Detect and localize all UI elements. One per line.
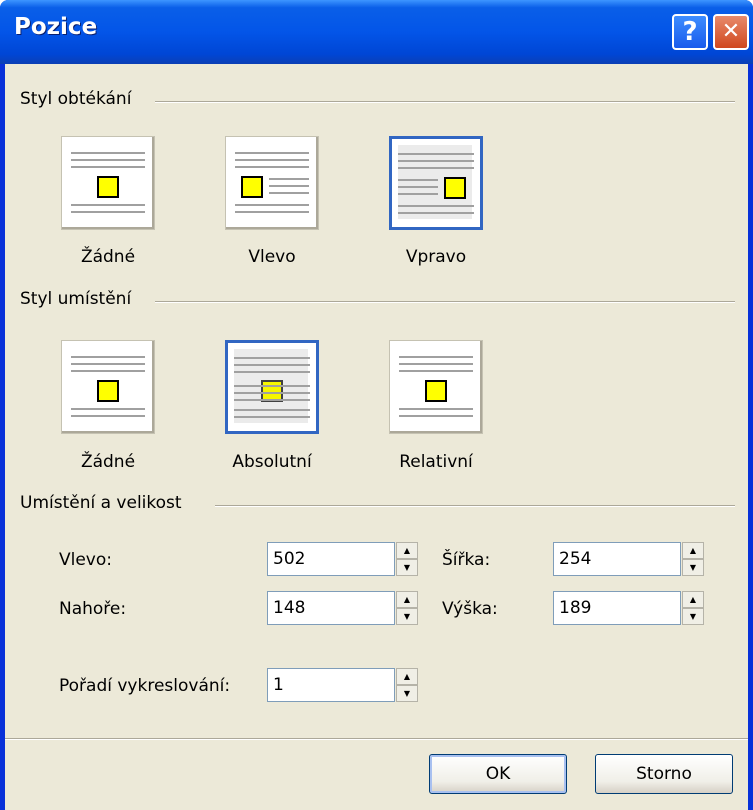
top-label: Nahoře: — [59, 599, 127, 619]
wrap-right-option[interactable] — [389, 136, 483, 230]
spin-down-icon[interactable]: ▼ — [396, 685, 418, 702]
close-icon[interactable]: ✕ — [713, 14, 749, 50]
wrap-left-label: Vlevo — [248, 247, 296, 267]
top-stepper[interactable]: ▲ ▼ — [396, 591, 418, 625]
left-stepper[interactable]: ▲ ▼ — [396, 542, 418, 576]
dialog-body: Styl obtékání Žádné Vlevo Vpravo Styl um… — [5, 64, 748, 810]
width-stepper[interactable]: ▲ ▼ — [682, 542, 704, 576]
spin-down-icon[interactable]: ▼ — [396, 608, 418, 625]
z-order-stepper[interactable]: ▲ ▼ — [396, 668, 418, 702]
wrap-style-label: Styl obtékání — [20, 89, 140, 109]
position-absolute-label: Absolutní — [232, 452, 312, 472]
wrap-none-option[interactable] — [61, 136, 155, 230]
z-order-input[interactable]: 1 — [267, 668, 395, 702]
help-icon[interactable]: ? — [672, 14, 708, 50]
spin-down-icon[interactable]: ▼ — [396, 559, 418, 576]
height-label: Výška: — [442, 599, 498, 619]
position-relative-icon — [399, 350, 473, 424]
spin-down-icon[interactable]: ▼ — [682, 608, 704, 625]
spin-up-icon[interactable]: ▲ — [682, 591, 704, 608]
top-input[interactable]: 148 — [267, 591, 395, 625]
wrap-none-label: Žádné — [80, 247, 136, 267]
divider — [155, 301, 735, 303]
position-none-option[interactable] — [61, 340, 155, 434]
position-none-icon — [71, 350, 145, 424]
left-label: Vlevo: — [59, 550, 113, 570]
position-absolute-option[interactable] — [225, 340, 319, 434]
divider — [215, 505, 735, 507]
height-input[interactable]: 189 — [553, 591, 681, 625]
position-relative-option[interactable] — [389, 340, 483, 434]
wrap-left-option[interactable] — [225, 136, 319, 230]
left-input[interactable]: 502 — [267, 542, 395, 576]
spin-down-icon[interactable]: ▼ — [682, 559, 704, 576]
width-input[interactable]: 254 — [553, 542, 681, 576]
cancel-button[interactable]: Storno — [595, 754, 733, 794]
wrap-right-label: Vpravo — [405, 247, 467, 267]
spin-up-icon[interactable]: ▲ — [396, 591, 418, 608]
width-label: Šířka: — [442, 550, 491, 570]
ok-button[interactable]: OK — [429, 754, 567, 794]
position-relative-label: Relativní — [399, 452, 473, 472]
dialog-title: Pozice — [14, 14, 98, 40]
position-absolute-icon — [234, 349, 310, 423]
spin-up-icon[interactable]: ▲ — [396, 668, 418, 685]
wrap-right-icon — [398, 145, 474, 219]
divider — [155, 101, 735, 103]
height-stepper[interactable]: ▲ ▼ — [682, 591, 704, 625]
placement-label: Umístění a velikost — [20, 493, 190, 513]
z-order-label: Pořadí vykreslování: — [59, 676, 231, 696]
footer-divider — [5, 738, 748, 740]
dialog-window: Pozice ? ✕ Styl obtékání Žádné Vlevo Vpr… — [0, 0, 753, 810]
spin-up-icon[interactable]: ▲ — [682, 542, 704, 559]
title-bar[interactable]: Pozice ? ✕ — [0, 0, 753, 64]
spin-up-icon[interactable]: ▲ — [396, 542, 418, 559]
wrap-left-icon — [235, 146, 309, 220]
position-none-label: Žádné — [80, 452, 136, 472]
position-style-label: Styl umístění — [20, 289, 140, 309]
wrap-none-icon — [71, 146, 145, 220]
